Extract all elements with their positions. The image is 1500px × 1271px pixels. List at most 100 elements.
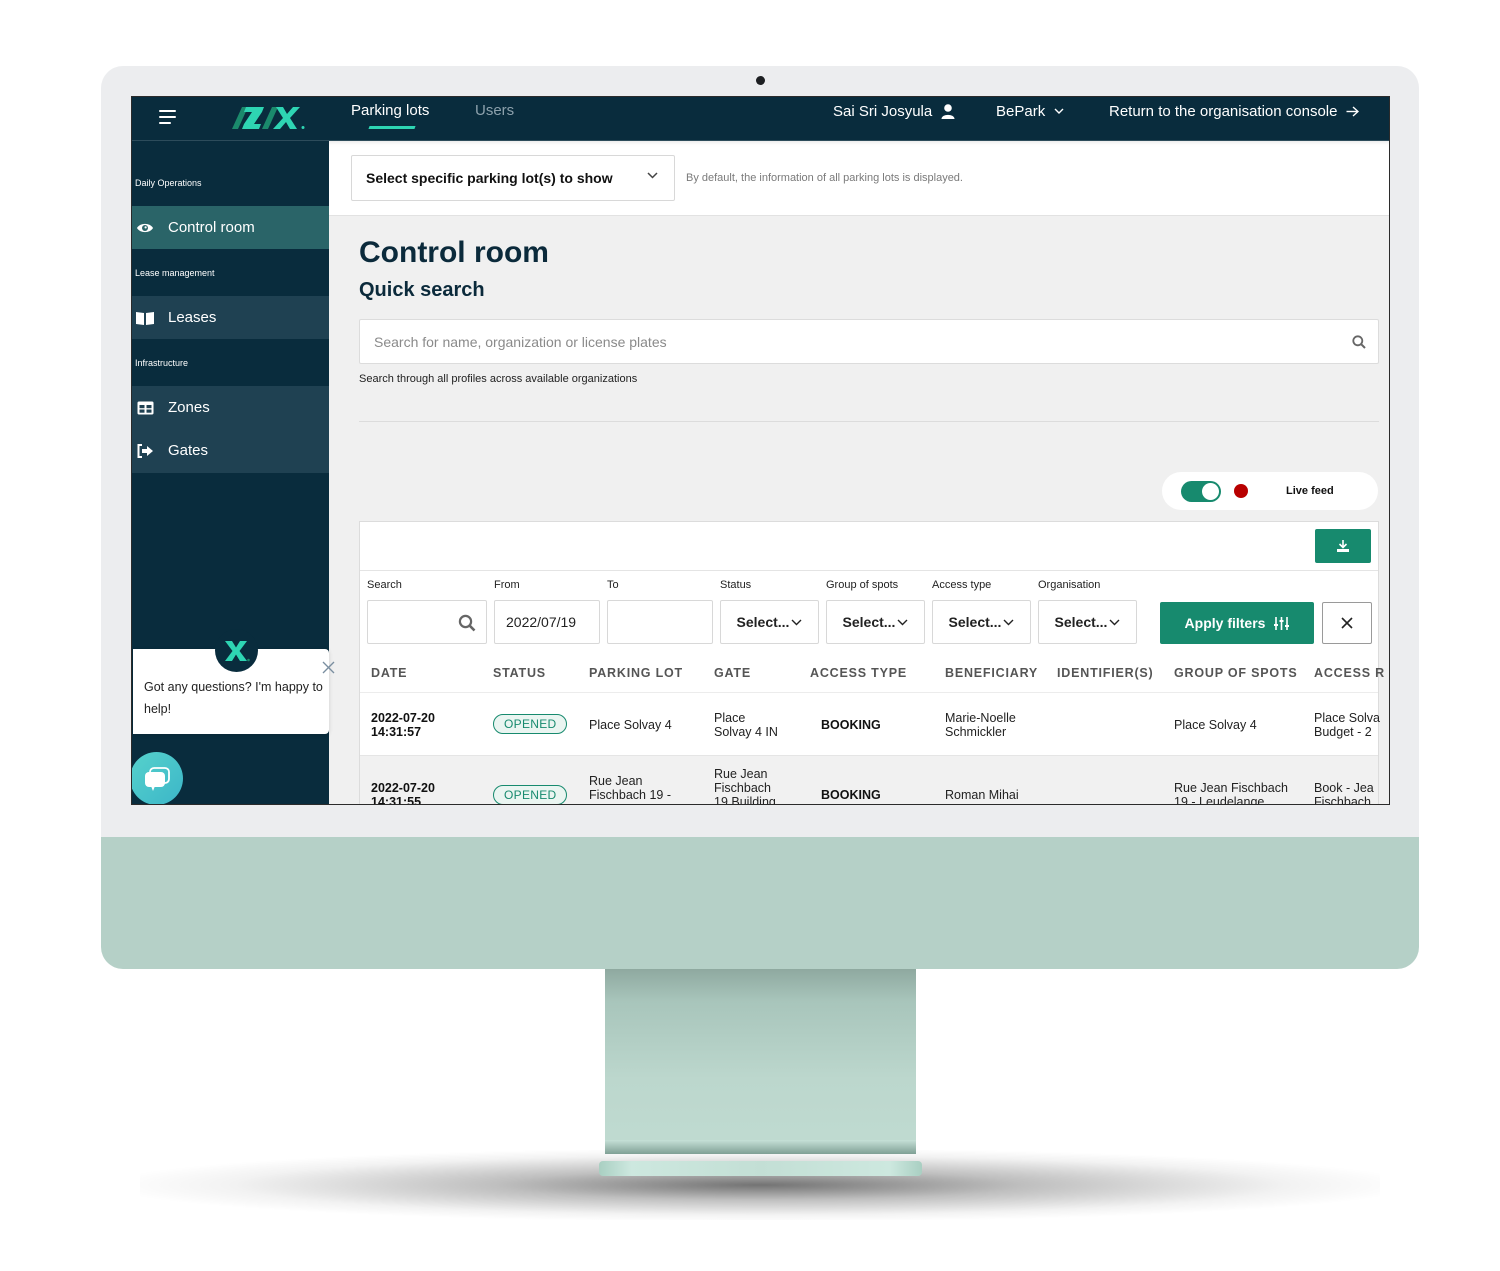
sidebar-item-label: Leases [168, 309, 217, 326]
x-logo-icon [224, 640, 250, 661]
filter-status-label: Status [720, 579, 752, 591]
quick-search-input[interactable] [360, 320, 1320, 363]
filter-access-type-label: Access type [932, 579, 992, 591]
cell-access-type: BOOKING [821, 718, 881, 732]
organisation-dropdown[interactable]: BePark [996, 97, 1064, 125]
search-icon[interactable] [1352, 335, 1366, 349]
live-feed-label: Live feed [1286, 485, 1334, 497]
hamburger-menu-icon[interactable] [159, 110, 177, 126]
column-header-gate[interactable]: GATE [714, 666, 751, 680]
apply-filters-label: Apply filters [1184, 615, 1266, 631]
live-feed-control: Live feed [1162, 472, 1378, 510]
sidebar-item-zones[interactable]: Zones [132, 386, 329, 429]
filter-from-date[interactable] [494, 600, 600, 644]
apply-filters-button[interactable]: Apply filters [1160, 602, 1314, 644]
monitor-stand-foot [599, 1161, 922, 1176]
user-name: Sai Sri Josyula [833, 102, 933, 120]
close-icon [1341, 617, 1353, 629]
sidebar-item-label: Zones [168, 399, 210, 416]
close-icon[interactable] [322, 661, 335, 674]
cell-group-of-spots: Place Solvay 4 [1174, 718, 1257, 732]
chevron-down-icon [791, 619, 802, 625]
top-navbar: Parking lots Users Sai Sri Josyula BePar… [132, 97, 1389, 141]
filter-group-value: Select... [842, 614, 896, 630]
download-button[interactable] [1315, 529, 1371, 563]
sidebar-section-infrastructure: Infrastructure [135, 358, 189, 368]
parking-lot-filter-bar: Select specific parking lot(s) to show B… [329, 141, 1389, 216]
column-header-status[interactable]: STATUS [493, 666, 546, 680]
filter-group-label: Group of spots [826, 579, 899, 591]
column-header-date[interactable]: DATE [371, 666, 407, 680]
cell-gate: Rue Jean Fischbach 19 Building [714, 767, 776, 805]
sidebar-item-gates[interactable]: Gates [132, 429, 329, 472]
live-feed-toggle[interactable] [1181, 481, 1221, 502]
return-to-console-link[interactable]: Return to the organisation console [1109, 97, 1360, 125]
eye-icon [135, 222, 155, 234]
filter-status-select[interactable]: Select... [720, 600, 819, 644]
toggle-knob [1202, 483, 1219, 500]
arrow-right-icon [1346, 105, 1360, 117]
search-icon [458, 614, 476, 632]
chat-launcher-button[interactable] [132, 752, 183, 804]
sign-out-icon [135, 443, 155, 458]
active-tab-indicator [368, 126, 416, 129]
monitor-stand-lip [605, 1140, 916, 1154]
return-link-label: Return to the organisation console [1109, 102, 1338, 120]
organisation-name: BePark [996, 102, 1046, 120]
section-divider [359, 421, 1379, 422]
filter-search-label: Search [367, 579, 402, 591]
user-menu[interactable]: Sai Sri Josyula [833, 97, 955, 125]
cell-beneficiary: Marie-Noelle Schmickler [945, 711, 1016, 739]
tab-parking-lots[interactable]: Parking lots [351, 97, 429, 141]
table-row[interactable]: 2022-07-20 14:31:55 OPENED Rue Jean Fisc… [360, 756, 1378, 805]
monitor-chin [101, 837, 1419, 969]
cell-gate: Place Solvay 4 IN [714, 711, 778, 739]
filter-group-select[interactable]: Select... [826, 600, 925, 644]
parking-lot-selector-label: Select specific parking lot(s) to show [366, 170, 613, 186]
filter-organisation-select[interactable]: Select... [1038, 600, 1137, 644]
monitor-stand [605, 968, 916, 1153]
quick-search-field[interactable] [359, 319, 1379, 364]
cell-access-right: Place Solva Budget - 2 [1314, 711, 1380, 739]
access-log-card: Search From To Status Group of spots Acc… [359, 521, 1384, 805]
column-header-access-right[interactable]: ACCESS R [1314, 666, 1385, 680]
table-row[interactable]: 2022-07-20 14:31:57 OPENED Place Solvay … [360, 693, 1380, 756]
filter-access-type-select[interactable]: Select... [932, 600, 1031, 644]
table-header: DATE STATUS PARKING LOT GATE ACCESS TYPE… [360, 653, 1384, 693]
column-header-parking-lot[interactable]: PARKING LOT [589, 666, 683, 680]
filter-from-input[interactable] [495, 601, 599, 643]
filter-access-type-value: Select... [948, 614, 1002, 630]
column-header-beneficiary[interactable]: BENEFICIARY [945, 666, 1038, 680]
column-header-identifiers[interactable]: IDENTIFIER(S) [1057, 666, 1154, 680]
clear-filters-button[interactable] [1322, 602, 1372, 644]
table-toolbar [360, 522, 1378, 571]
cell-access-type: BOOKING [821, 788, 881, 802]
filter-status-value: Select... [736, 614, 790, 630]
filter-to-label: To [607, 579, 619, 591]
column-header-group-of-spots[interactable]: GROUP OF SPOTS [1174, 666, 1298, 680]
status-badge: OPENED [493, 785, 568, 804]
app-logo[interactable] [224, 103, 314, 133]
sidebar-item-control-room[interactable]: Control room [132, 206, 329, 249]
cell-date: 2022-07-20 14:31:57 [371, 711, 435, 739]
parking-lot-selector[interactable]: Select specific parking lot(s) to show [351, 155, 675, 201]
cell-beneficiary: Roman Mihai [945, 788, 1019, 802]
parking-lot-hint: By default, the information of all parki… [686, 172, 963, 184]
sidebar-item-leases[interactable]: Leases [132, 296, 329, 339]
filter-to-date[interactable] [607, 600, 713, 644]
column-header-access-type[interactable]: ACCESS TYPE [810, 666, 907, 680]
download-icon [1337, 540, 1349, 552]
filter-organisation-label: Organisation [1038, 579, 1101, 591]
page-title: Control room [359, 236, 549, 269]
status-badge: OPENED [493, 714, 568, 734]
chevron-down-icon [1054, 108, 1064, 114]
sliders-icon [1274, 616, 1290, 630]
tab-users[interactable]: Users [475, 97, 514, 141]
sidebar-section-lease-management: Lease management [135, 268, 215, 278]
cell-date: 2022-07-20 14:31:55 [371, 781, 435, 805]
filter-search-field[interactable] [367, 600, 487, 644]
sidebar-item-label: Gates [168, 442, 209, 459]
chevron-down-icon [647, 172, 658, 179]
filter-organisation-value: Select... [1054, 614, 1108, 630]
filter-to-input[interactable] [608, 601, 712, 643]
